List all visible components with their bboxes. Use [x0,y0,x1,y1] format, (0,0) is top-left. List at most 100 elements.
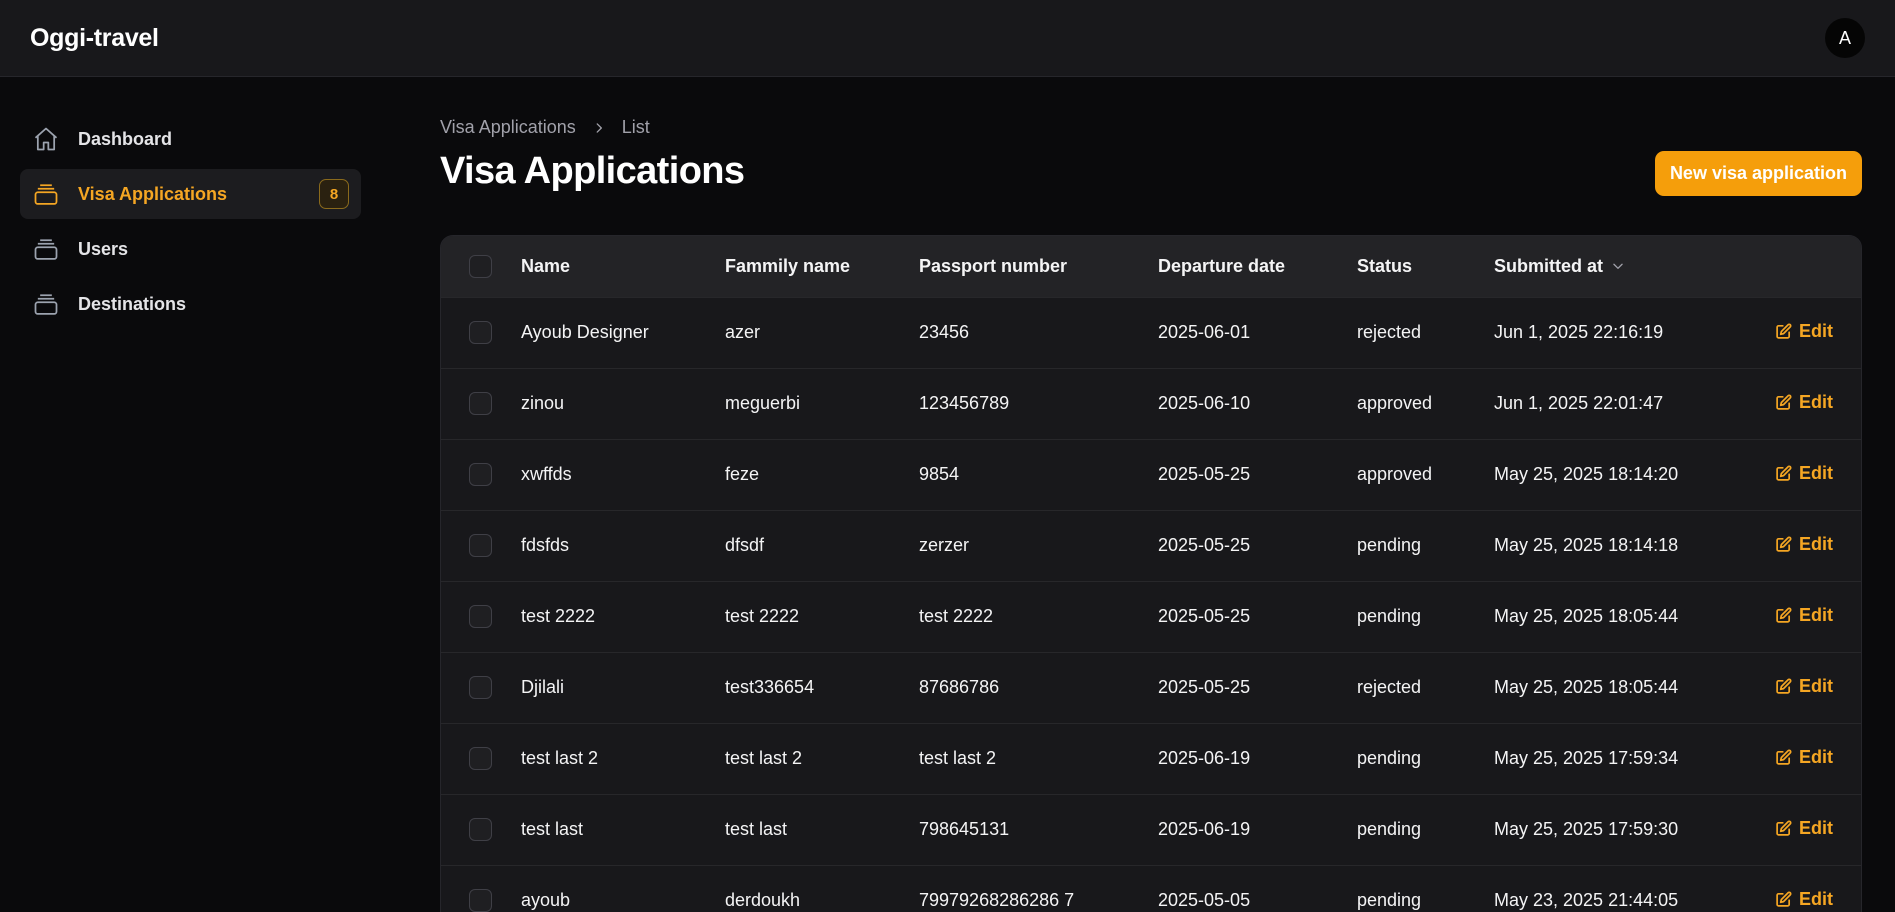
row-checkbox[interactable] [469,818,492,841]
count-badge: 8 [319,179,349,209]
row-checkbox[interactable] [469,676,492,699]
row-checkbox[interactable] [469,321,492,344]
edit-label: Edit [1799,604,1833,625]
edit-label: Edit [1799,675,1833,696]
cell-status: rejected [1357,677,1422,697]
edit-label: Edit [1799,817,1833,838]
column-header-departure-date[interactable]: Departure date [1158,236,1357,297]
cell-status: pending [1357,890,1422,911]
edit-link[interactable]: Edit [1775,321,1833,342]
edit-label: Edit [1799,888,1833,909]
breadcrumb-current: List [621,117,650,137]
edit-link[interactable]: Edit [1775,463,1833,484]
cell-family-name: test 2222 [725,606,800,626]
edit-icon [1776,678,1792,694]
cell-submitted-at: May 25, 2025 18:14:18 [1494,535,1679,555]
row-checkbox[interactable] [469,747,492,770]
edit-icon [1776,394,1792,410]
table-row: ayoub derdoukh 79979268286286 7 2025-05-05 p… [441,865,1861,912]
sidebar-item-destinations[interactable]: Destinations [20,279,361,329]
cell-submitted-at: May 25, 2025 18:14:20 [1494,464,1679,484]
cell-family-name: feze [725,464,760,484]
cell-family-name: meguerbi [725,393,801,413]
sidebar-item-dashboard[interactable]: Dashboard [20,114,361,164]
edit-link[interactable]: Edit [1775,747,1833,768]
cell-passport-number: 9854 [919,464,960,484]
cell-departure-date: 2025-05-25 [1158,606,1251,626]
table-header-row: Name Fammily name Passport number Depart… [441,236,1861,297]
cell-departure-date: 2025-06-01 [1158,322,1251,342]
cell-submitted-at: May 25, 2025 17:59:30 [1494,819,1679,839]
stack-icon [34,239,58,260]
cell-departure-date: 2025-05-25 [1158,535,1251,555]
edit-icon [1776,536,1792,552]
stack-icon [34,184,58,205]
cell-name: test last [521,819,584,839]
sidebar-item-label: Dashboard [78,128,173,149]
table-row: Djilali test336654 87686786 2025-05-25 rejec… [441,652,1861,723]
breadcrumb: Visa Applications List [440,117,650,138]
stack-icon [34,294,58,315]
cell-status: pending [1357,606,1422,626]
cell-submitted-at: Jun 1, 2025 22:01:47 [1494,393,1664,413]
table-row: zinou meguerbi 123456789 2025-06-10 approved… [441,368,1861,439]
table-row: test last test last 798645131 2025-06-19 pen… [441,794,1861,865]
cell-status: approved [1357,393,1433,413]
column-header-name[interactable]: Name [521,236,725,297]
cell-family-name: azer [725,322,761,342]
cell-departure-date: 2025-05-05 [1158,890,1251,911]
table-row: Ayoub Designer azer 23456 2025-06-01 rejecte… [441,297,1861,368]
edit-icon [1776,323,1792,339]
cell-status: rejected [1357,322,1422,342]
edit-link[interactable]: Edit [1775,392,1833,413]
sidebar-item-users[interactable]: Users [20,224,361,274]
edit-icon [1776,749,1792,765]
select-all-checkbox[interactable] [469,254,492,278]
edit-link[interactable]: Edit [1775,676,1833,697]
cell-departure-date: 2025-06-19 [1158,819,1251,839]
edit-label: Edit [1799,391,1833,412]
home-icon [34,127,58,151]
edit-link[interactable]: Edit [1775,534,1833,555]
chevron-down-icon [1613,263,1623,270]
column-header-passport-number[interactable]: Passport number [919,236,1158,297]
sidebar-item-visa-applications[interactable]: Visa Applications 8 [20,169,361,219]
column-header-submitted-at[interactable]: Submitted at [1494,256,1625,277]
edit-link[interactable]: Edit [1775,889,1833,910]
cell-name: xwffds [521,464,572,484]
cell-submitted-at: May 25, 2025 18:05:44 [1494,677,1679,697]
row-checkbox[interactable] [469,889,492,912]
cell-departure-date: 2025-06-19 [1158,748,1251,768]
cell-name: Ayoub Designer [521,322,649,342]
column-header-status[interactable]: Status [1357,236,1494,297]
new-visa-application-button[interactable]: New visa application [1654,151,1862,196]
user-avatar[interactable]: A [1825,18,1865,58]
cell-passport-number: test 2222 [919,606,994,626]
cell-submitted-at: May 23, 2025 21:44:05 [1494,890,1679,911]
edit-icon [1776,465,1792,481]
column-header-family-name[interactable]: Fammily name [725,236,919,297]
edit-icon [1776,820,1792,836]
cell-submitted-at: May 25, 2025 18:05:44 [1494,606,1679,626]
brand-logo[interactable]: Oggi-travel [30,24,159,53]
row-checkbox[interactable] [469,463,492,486]
row-checkbox[interactable] [469,534,492,557]
edit-link[interactable]: Edit [1775,605,1833,626]
row-checkbox[interactable] [469,605,492,628]
column-header-label: Submitted at [1494,255,1604,276]
cell-name: zinou [521,393,565,413]
cell-passport-number: test last 2 [919,748,997,768]
cell-family-name: test last 2 [725,748,803,768]
edit-icon [1776,891,1792,907]
top-bar: Oggi-travel A [0,0,1895,77]
breadcrumb-parent-link[interactable]: Visa Applications [440,117,576,138]
edit-link[interactable]: Edit [1775,818,1833,839]
chevron-right-icon [592,121,606,135]
edit-label: Edit [1799,746,1833,767]
sidebar: Dashboard Visa Applications 8 Users Dest… [20,114,361,334]
row-checkbox[interactable] [469,392,492,415]
sidebar-item-label: Users [78,238,129,259]
cell-status: approved [1357,464,1433,484]
cell-passport-number: 123456789 [919,393,1010,413]
edit-label: Edit [1799,320,1833,341]
